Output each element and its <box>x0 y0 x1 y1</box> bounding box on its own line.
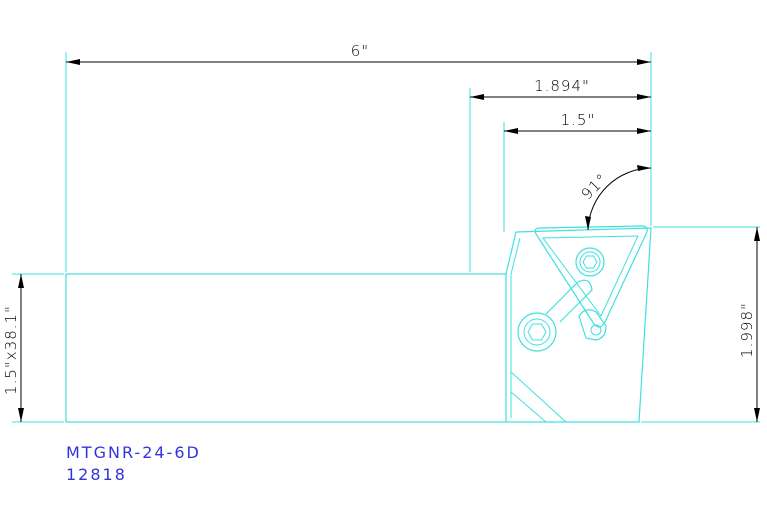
item-number: 12818 <box>66 465 127 484</box>
arrow-shank-top <box>18 274 24 288</box>
dim-length-15: 1.5" <box>561 111 596 129</box>
dim-height: 1.998" <box>738 302 756 358</box>
arrow-overall-right <box>637 59 651 65</box>
dim-overall-length: 6" <box>351 42 369 60</box>
shank-body <box>65 273 507 423</box>
chamfer-line-2 <box>510 391 547 423</box>
arrow-1894-left <box>470 94 484 100</box>
arrow-15-right <box>637 128 651 134</box>
part-number: MTGNR-24-6D <box>66 443 201 462</box>
arrow-1894-right <box>637 94 651 100</box>
clamp-lever <box>545 279 593 323</box>
clamp-screw-hex <box>582 255 598 269</box>
title-block: MTGNR-24-6D 12818 <box>66 443 201 484</box>
dim-shank: 1.5"x38.1" <box>2 305 20 395</box>
chamfer-line-1 <box>510 371 567 423</box>
dim-angle: 91° <box>578 170 612 204</box>
head-outline <box>505 227 652 423</box>
arrow-angle-top <box>637 165 651 171</box>
arrow-angle-bottom <box>585 216 591 230</box>
arrow-height-bottom <box>754 408 760 422</box>
arrow-overall-left <box>66 59 80 65</box>
arrow-height-top <box>754 227 760 241</box>
lock-screw-hex <box>527 323 547 341</box>
dim-length-1894: 1.894" <box>534 77 590 95</box>
tool-holder-drawing: 6" 1.894" 1.5" 91° 1.998" 1.5"x38.1" MTG… <box>2 42 760 484</box>
arrow-shank-bottom <box>18 408 24 422</box>
arrow-15-left <box>504 128 518 134</box>
tool-holder-part <box>12 52 760 423</box>
